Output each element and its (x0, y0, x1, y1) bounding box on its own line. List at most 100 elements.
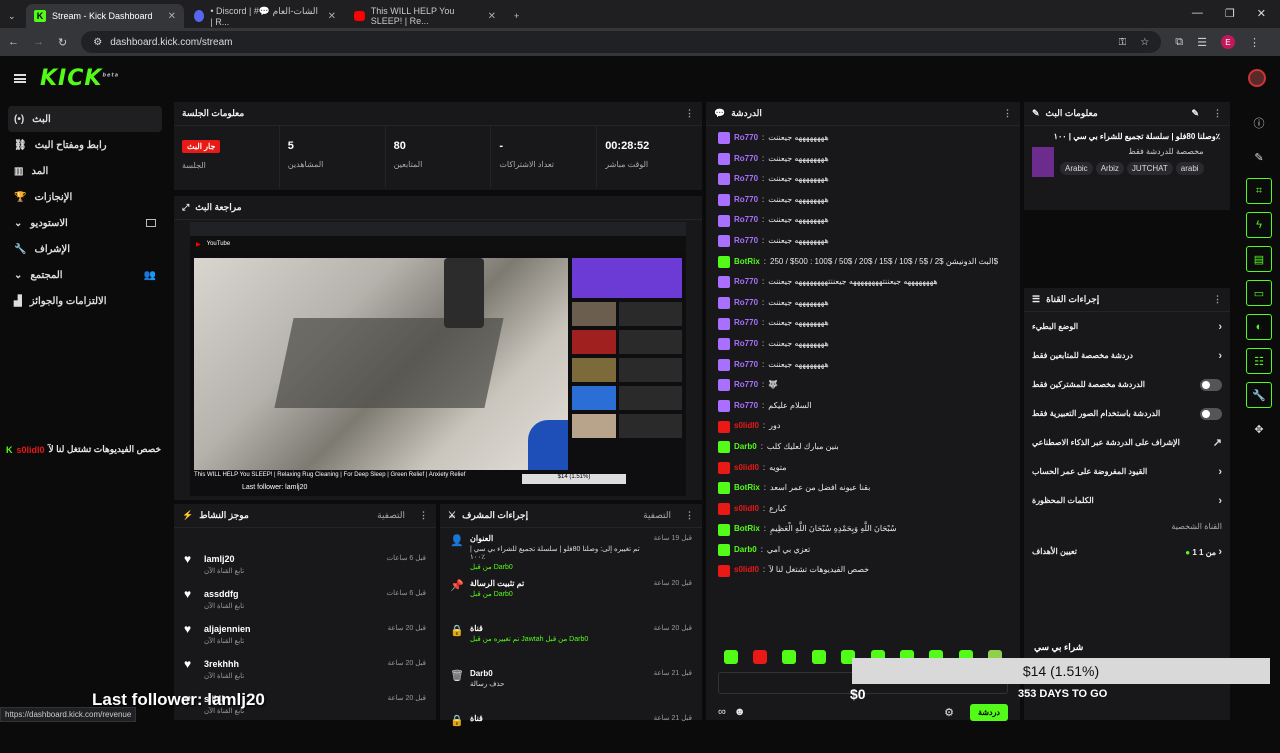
sidebar-item-stream[interactable]: (•) البث (8, 106, 162, 132)
sidebar-item-stream-key[interactable]: ⛓ رابط ومفتاح البث (8, 132, 162, 158)
channel-action-row[interactable]: الإشراف على الدردشة عبر الذكاء الاصطناعي… (1024, 428, 1230, 457)
sidebar-item-analytics[interactable]: ▥ المد (8, 158, 162, 184)
close-window-icon[interactable]: ✕ (1257, 7, 1266, 20)
sidebar-item-moderation[interactable]: 🔧 الإشراف (8, 236, 162, 262)
kick-logo[interactable]: KICKbeta (40, 66, 119, 91)
chat-message[interactable]: BotRix: بقنا عيونه افضل من عمر اسعد (718, 478, 1008, 499)
chat-username[interactable]: Darb0 (734, 540, 757, 561)
chat-username[interactable]: Ro770 (734, 190, 758, 211)
site-info-icon[interactable]: ⚙ (93, 37, 102, 48)
infinity-icon[interactable]: ∞ (718, 706, 726, 718)
reading-list-icon[interactable]: ☰ (1197, 36, 1207, 49)
more-options-icon[interactable]: ⋮ (1003, 108, 1012, 119)
chat-username[interactable]: Ro770 (734, 169, 758, 190)
chat-username[interactable]: BotRix (734, 478, 760, 499)
chat-username[interactable]: s0lidl0 (734, 499, 759, 520)
hamburger-menu-icon[interactable] (14, 73, 26, 83)
sidebar-item-studio[interactable]: ⌄ الاستوديو (8, 210, 162, 236)
channel-action-row[interactable]: الدردشة باستخدام الصور التعبيرية فقط (1024, 399, 1230, 428)
goals-row[interactable]: تعيين الأهداف ● 1 من 1 › (1024, 537, 1230, 566)
chat-message[interactable]: Ro770: 🐺 (718, 375, 1008, 396)
tool-wrench-icon[interactable]: 🔧 (1246, 382, 1272, 408)
info-icon[interactable]: ⓘ (1246, 110, 1272, 136)
channel-action-row[interactable]: الدردشة مخصصة للمشتركين فقط (1024, 370, 1230, 399)
chat-username[interactable]: Ro770 (734, 396, 758, 417)
menu-dots-icon[interactable]: ⋮ (1249, 36, 1260, 49)
crop-icon[interactable]: ⌗ (1246, 178, 1272, 204)
reload-icon[interactable]: ↻ (58, 36, 67, 49)
chat-message[interactable]: Ro770: ههههههههه جيعننت (718, 210, 1008, 231)
bookmark-star-icon[interactable]: ☆ (1140, 37, 1149, 48)
tab-kick-dashboard[interactable]: K Stream - Kick Dashboard ✕ (26, 4, 184, 28)
chat-message[interactable]: Ro770: ههههههههه جيعننتههههههههه جيعننتهه… (718, 272, 1008, 293)
activity-filter[interactable]: التصفية (377, 510, 405, 521)
users-icon[interactable]: ☷ (1246, 348, 1272, 374)
close-icon[interactable]: ✕ (488, 11, 496, 22)
emote-icon[interactable] (782, 650, 797, 664)
chat-message[interactable]: BotRix: سُبْحَانَ اللَّهِ وَبِحَمْدِهِ سُ… (718, 519, 1008, 540)
chat-message[interactable]: Ro770: السلام عليكم (718, 396, 1008, 417)
chat-message[interactable]: Ro770: ههههههههه جيعننت (718, 149, 1008, 170)
chat-message[interactable]: Ro770: ههههههههه جيعننت (718, 231, 1008, 252)
forward-icon[interactable]: → (33, 36, 44, 48)
chat-username[interactable]: Darb0 (734, 437, 757, 458)
profile-avatar[interactable]: E (1220, 35, 1235, 49)
chat-message[interactable]: Ro770: ههههههههه جيعننت (718, 190, 1008, 211)
more-options-icon[interactable]: ⋮ (685, 108, 694, 119)
edit-pencil-icon[interactable]: ✎ (1191, 108, 1199, 119)
tab-discord[interactable]: • Discord | #💬 الشات-العام | R... ✕ (186, 4, 344, 28)
channel-action-row[interactable]: القيود المفروضة على عمر الحساب › (1024, 457, 1230, 486)
chat-message[interactable]: Ro770: ههههههههه جيعننت (718, 334, 1008, 355)
chat-username[interactable]: Ro770 (734, 149, 758, 170)
chat-message[interactable]: Ro770: ههههههههه جيعننت (718, 128, 1008, 149)
chat-username[interactable]: Ro770 (734, 272, 758, 293)
maximize-icon[interactable]: ❐ (1225, 7, 1235, 20)
emote-icon[interactable] (811, 650, 826, 664)
address-bar[interactable]: ⚙ dashboard.kick.com/stream ⚿ ☆ (81, 31, 1162, 53)
chat-username[interactable]: Ro770 (734, 293, 758, 314)
chat-username[interactable]: Ro770 (734, 334, 758, 355)
chat-username[interactable]: Ro770 (734, 231, 758, 252)
send-chat-button[interactable]: دردشة (970, 703, 1008, 721)
minimize-icon[interactable]: — (1192, 7, 1203, 20)
chat-message[interactable]: s0lidl0: دور (718, 416, 1008, 437)
chat-username[interactable]: Ro770 (734, 355, 758, 376)
lightning-icon[interactable]: ϟ (1246, 212, 1272, 238)
chat-username[interactable]: s0lidl0 (734, 416, 759, 437)
emote-icon[interactable] (723, 650, 738, 664)
tab-list-button[interactable]: ⌄ (2, 4, 24, 28)
stream-tag[interactable]: JUTCHAT (1126, 162, 1173, 175)
toggle-switch[interactable] (1200, 407, 1222, 420)
chat-username[interactable]: Ro770 (734, 375, 758, 396)
chat-username[interactable]: Ro770 (734, 313, 758, 334)
chat-icon[interactable]: ▭ (1246, 280, 1272, 306)
close-icon[interactable]: ✕ (168, 11, 176, 22)
chat-message[interactable]: Ro770: ههههههههه جيعننت (718, 293, 1008, 314)
mod-filter[interactable]: التصفية (643, 510, 671, 521)
more-options-icon[interactable]: ⋮ (1213, 294, 1222, 305)
extensions-icon[interactable]: ⧉ (1175, 36, 1183, 49)
stream-tag[interactable]: Arbiz (1095, 162, 1124, 175)
channel-action-row[interactable]: الوضع البطيء › (1024, 312, 1230, 341)
chat-message[interactable]: Ro770: ههههههههه جيعننت (718, 169, 1008, 190)
emoji-picker-icon[interactable]: ☻ (734, 706, 746, 718)
close-icon[interactable]: ✕ (328, 11, 336, 22)
stream-video[interactable]: ▶ YouTube This WILL HELP You SLEEP! | Rel… (190, 222, 686, 496)
toggle-switch[interactable] (1200, 378, 1222, 391)
more-options-icon[interactable]: ⋮ (1213, 108, 1222, 119)
chat-username[interactable]: BotRix (734, 252, 760, 273)
pencil-icon[interactable]: ✎ (1246, 144, 1272, 170)
chat-message[interactable]: Darb0: بنين مبارك لعليك كلب (718, 437, 1008, 458)
chat-message[interactable]: s0lidl0: خصص الفيديوهات تشتغل لنا لآ (718, 560, 1008, 581)
stream-tag[interactable]: Arabic (1060, 162, 1093, 175)
tab-youtube[interactable]: This WILL HELP You SLEEP! | Re... ✕ (346, 4, 504, 28)
chat-message[interactable]: s0lidl0: كبارع (718, 499, 1008, 520)
sidebar-item-achievements[interactable]: 🏆 الإنجازات (8, 184, 162, 210)
emote-icon[interactable] (753, 650, 768, 664)
password-key-icon[interactable]: ⚿ (1119, 37, 1127, 48)
settings-gear-icon[interactable]: ⚙ (944, 706, 954, 719)
puzzle-icon[interactable]: ✥ (1246, 416, 1272, 442)
sidebar-item-community[interactable]: ⌄ المجتمع 👥 (8, 262, 162, 288)
new-tab-button[interactable]: + (506, 4, 530, 28)
chat-username[interactable]: Ro770 (734, 128, 758, 149)
